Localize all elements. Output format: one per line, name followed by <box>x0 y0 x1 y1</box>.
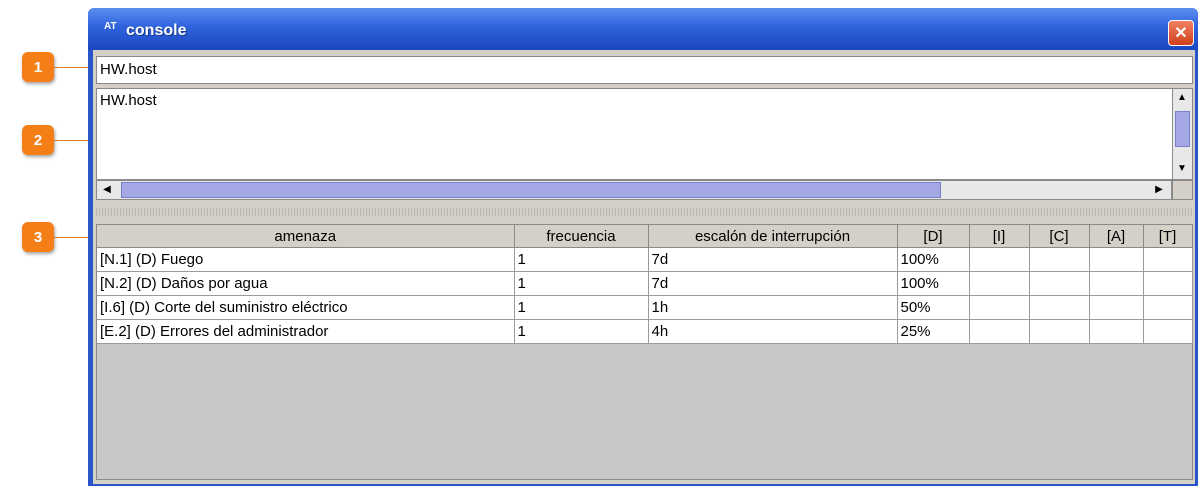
threats-table-panel: amenaza frecuencia escalón de interrupci… <box>96 224 1193 480</box>
cell-frecuencia[interactable]: 1 <box>514 247 649 272</box>
cell-t[interactable] <box>1143 271 1193 296</box>
cell-t[interactable] <box>1143 319 1193 344</box>
scrollbar-corner <box>1172 180 1193 200</box>
cell-d[interactable]: 100% <box>897 247 970 272</box>
callout-badge-1: 1 <box>22 52 54 82</box>
column-header-c[interactable]: [C] <box>1029 225 1090 248</box>
cell-escalon[interactable]: 1h <box>648 295 898 320</box>
scroll-up-icon[interactable]: ▲ <box>1174 92 1190 103</box>
scroll-down-icon[interactable]: ▼ <box>1174 163 1190 174</box>
scroll-right-icon[interactable]: ▶ <box>1151 184 1167 195</box>
cell-t[interactable] <box>1143 247 1193 272</box>
cell-t[interactable] <box>1143 295 1193 320</box>
window-title: console <box>126 22 187 39</box>
callout-badge-3: 3 <box>22 222 54 252</box>
cell-amenaza[interactable]: [E.2] (D) Errores del administrador <box>97 319 515 344</box>
cell-frecuencia[interactable]: 1 <box>514 295 649 320</box>
title-bar[interactable]: AT console ✕ <box>88 8 1198 50</box>
callout-badge-2: 2 <box>22 125 54 155</box>
scroll-left-icon[interactable]: ◀ <box>99 184 115 195</box>
cell-amenaza[interactable]: [I.6] (D) Corte del suministro eléctrico <box>97 295 515 320</box>
cell-a[interactable] <box>1089 295 1144 320</box>
console-window: AT console ✕ HW.host HW.host ▲ ▼ ◀ ▶ ame… <box>88 8 1198 486</box>
cell-a[interactable] <box>1089 271 1144 296</box>
command-input[interactable]: HW.host <box>96 56 1193 84</box>
cell-amenaza[interactable]: [N.1] (D) Fuego <box>97 247 515 272</box>
table-row[interactable]: [I.6] (D) Corte del suministro eléctrico… <box>97 295 1193 320</box>
cell-c[interactable] <box>1029 295 1090 320</box>
cell-frecuencia[interactable]: 1 <box>514 271 649 296</box>
table-row[interactable]: [N.2] (D) Daños por agua 1 7d 100% <box>97 271 1193 296</box>
column-header-amenaza[interactable]: amenaza <box>97 225 515 248</box>
column-header-frecuencia[interactable]: frecuencia <box>514 225 649 248</box>
app-icon: AT <box>104 21 117 32</box>
vertical-scroll-thumb[interactable] <box>1175 111 1190 147</box>
cell-d[interactable]: 50% <box>897 295 970 320</box>
cell-i[interactable] <box>969 295 1030 320</box>
table-row[interactable]: [N.1] (D) Fuego 1 7d 100% <box>97 247 1193 272</box>
threats-table: amenaza frecuencia escalón de interrupci… <box>97 225 1193 344</box>
cell-d[interactable]: 100% <box>897 271 970 296</box>
cell-i[interactable] <box>969 247 1030 272</box>
cell-c[interactable] <box>1029 319 1090 344</box>
cell-c[interactable] <box>1029 271 1090 296</box>
cell-d[interactable]: 25% <box>897 319 970 344</box>
cell-escalon[interactable]: 7d <box>648 247 898 272</box>
window-client-area: HW.host HW.host ▲ ▼ ◀ ▶ amenaza frecuenc… <box>93 50 1195 484</box>
table-row[interactable]: [E.2] (D) Errores del administrador 1 4h… <box>97 319 1193 344</box>
cell-a[interactable] <box>1089 247 1144 272</box>
vertical-scrollbar[interactable]: ▲ ▼ <box>1172 88 1193 180</box>
cell-i[interactable] <box>969 319 1030 344</box>
cell-amenaza[interactable]: [N.2] (D) Daños por agua <box>97 271 515 296</box>
column-header-escalon[interactable]: escalón de interrupción <box>648 225 898 248</box>
horizontal-scroll-thumb[interactable] <box>121 182 941 198</box>
column-header-t[interactable]: [T] <box>1143 225 1193 248</box>
output-text-area[interactable]: HW.host <box>96 88 1172 180</box>
column-header-a[interactable]: [A] <box>1089 225 1144 248</box>
close-button[interactable]: ✕ <box>1168 20 1194 46</box>
cell-escalon[interactable]: 4h <box>648 319 898 344</box>
close-icon: ✕ <box>1174 25 1188 42</box>
cell-a[interactable] <box>1089 319 1144 344</box>
cell-i[interactable] <box>969 271 1030 296</box>
table-header-row: amenaza frecuencia escalón de interrupci… <box>97 225 1193 248</box>
column-header-i[interactable]: [I] <box>969 225 1030 248</box>
cell-escalon[interactable]: 7d <box>648 271 898 296</box>
cell-c[interactable] <box>1029 247 1090 272</box>
split-pane-divider[interactable] <box>96 208 1193 216</box>
horizontal-scrollbar[interactable]: ◀ ▶ <box>96 180 1172 200</box>
cell-frecuencia[interactable]: 1 <box>514 319 649 344</box>
column-header-d[interactable]: [D] <box>897 225 970 248</box>
